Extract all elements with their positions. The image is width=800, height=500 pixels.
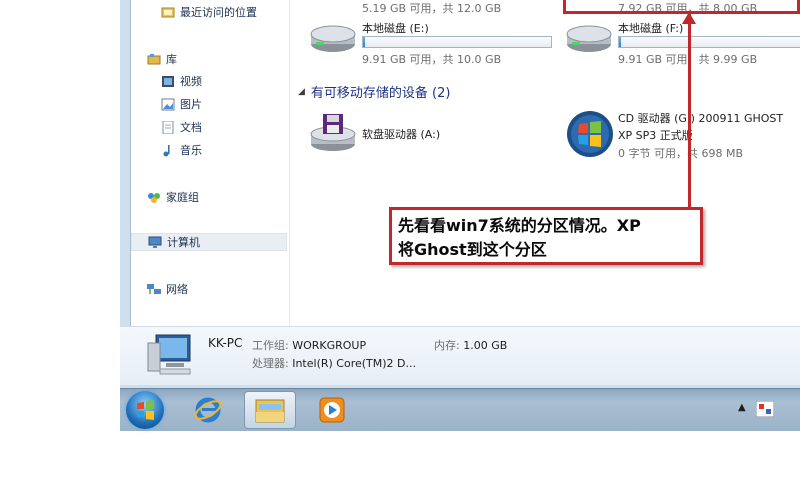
cpu-row: 处理器: Intel(R) Core(TM)2 D... (252, 355, 416, 371)
taskbar-ie-button[interactable] (182, 391, 234, 429)
windows-logo-icon (137, 400, 154, 420)
taskbar: ▲ (120, 388, 800, 431)
taskbar-media-button[interactable] (306, 391, 358, 429)
pc-name: KK-PC (208, 336, 243, 350)
drive-f-name: 本地磁盘 (F:) (618, 22, 684, 35)
show-hidden-icons-icon[interactable]: ▲ (738, 402, 746, 413)
cd-name-line1: CD 驱动器 (G:) 200911 GHOST (618, 112, 784, 125)
hard-drive-icon (566, 24, 612, 54)
annotation-line1: 先看看win7系统的分区情况。XP (398, 216, 641, 235)
nav-documents-label: 文档 (180, 121, 202, 134)
memory-row: 内存: 1.00 GB (434, 337, 507, 353)
recent-places-icon (161, 6, 175, 19)
drive-e-name: 本地磁盘 (E:) (362, 22, 429, 35)
drive-top-left-info: 5.19 GB 可用，共 12.0 GB (362, 2, 502, 15)
nav-library-label: 库 (166, 53, 177, 66)
internet-explorer-icon (194, 397, 222, 423)
nav-music-label: 音乐 (180, 144, 202, 157)
memory-value: 1.00 GB (463, 339, 508, 352)
drive-cd[interactable]: CD 驱动器 (G:) 200911 GHOST XP SP3 正式版 0 字节… (566, 108, 800, 168)
removable-section-header[interactable]: ◢ 有可移动存储的设备 (2) (298, 82, 450, 101)
nav-network[interactable]: 网络 (147, 280, 188, 298)
drive-e-usage-fill (363, 37, 365, 47)
music-icon (161, 144, 175, 157)
network-icon (147, 283, 161, 296)
workgroup-label: 工作组: (252, 339, 289, 352)
pictures-icon (161, 98, 175, 111)
documents-icon (161, 120, 175, 134)
navigation-pane: 最近访问的位置 库 视频 图片 文档 音乐 家庭组 计算机 网络 (131, 0, 290, 326)
drive-e[interactable]: 本地磁盘 (E:) 9.91 GB 可用，共 10.0 GB (310, 20, 560, 70)
drive-f-usage-bar (618, 36, 800, 48)
removable-header-label: 有可移动存储的设备 (2) (310, 86, 451, 101)
annotation-line2: 将Ghost到这个分区 (398, 240, 547, 259)
nav-pictures-label: 图片 (180, 98, 202, 111)
cpu-value: Intel(R) Core(TM)2 D... (292, 357, 417, 370)
content-pane: 5.19 GB 可用，共 12.0 GB 7.92 GB 可用，共 8.00 G… (290, 0, 800, 326)
cd-info: 0 字节 可用，共 698 MB (618, 147, 744, 160)
nav-network-label: 网络 (166, 283, 188, 296)
annotation-callout: 先看看win7系统的分区情况。XP 将Ghost到这个分区 (389, 207, 703, 265)
cpu-label: 处理器: (252, 357, 289, 370)
floppy-name: 软盘驱动器 (A:) (362, 128, 441, 141)
taskbar-explorer-button[interactable] (244, 391, 296, 429)
nav-videos-label: 视频 (180, 75, 202, 88)
folder-icon (255, 399, 285, 423)
nav-music[interactable]: 音乐 (161, 141, 202, 159)
nav-documents[interactable]: 文档 (161, 118, 202, 136)
nav-library[interactable]: 库 (147, 50, 177, 68)
library-icon (147, 53, 161, 66)
media-player-icon (319, 397, 345, 423)
homegroup-icon (147, 191, 161, 204)
nav-recent-places[interactable]: 最近访问的位置 (161, 3, 257, 21)
nav-recent-label: 最近访问的位置 (180, 6, 257, 19)
nav-homegroup-label: 家庭组 (166, 191, 199, 204)
explorer-window: 最近访问的位置 库 视频 图片 文档 音乐 家庭组 计算机 网络 5.19 GB… (130, 0, 800, 326)
details-pane: KK-PC 工作组: WORKGROUP 内存: 1.00 GB 处理器: In… (120, 326, 800, 385)
start-button[interactable] (126, 391, 164, 429)
workgroup-value: WORKGROUP (292, 339, 367, 352)
memory-label: 内存: (434, 339, 460, 352)
drive-f[interactable]: 本地磁盘 (F:) 9.91 GB 可用，共 9.99 GB (566, 20, 800, 70)
workgroup-row: 工作组: WORKGROUP (252, 337, 366, 353)
video-icon (161, 75, 175, 88)
computer-large-icon (146, 333, 194, 380)
annotation-arrow-line (688, 14, 691, 207)
nav-pictures[interactable]: 图片 (161, 95, 202, 113)
language-bar-icon[interactable] (756, 401, 774, 417)
annotation-arrow-head (682, 12, 696, 24)
cd-name-line2: XP SP3 正式版 (618, 129, 693, 142)
system-tray: ▲ (736, 389, 800, 431)
floppy-drive-icon (310, 112, 356, 152)
windows-logo-disc-icon (566, 110, 614, 158)
nav-videos[interactable]: 视频 (161, 72, 202, 90)
nav-homegroup[interactable]: 家庭组 (147, 188, 199, 206)
nav-computer-label: 计算机 (167, 236, 200, 249)
drive-e-usage-bar (362, 36, 552, 48)
drive-e-info: 9.91 GB 可用，共 10.0 GB (362, 53, 502, 66)
drive-floppy[interactable]: 软盘驱动器 (A:) (310, 112, 530, 162)
computer-icon (148, 236, 162, 249)
hard-drive-icon (310, 24, 356, 54)
nav-computer[interactable]: 计算机 (131, 233, 287, 251)
collapse-arrow-icon[interactable]: ◢ (298, 87, 305, 97)
drive-f-usage-fill (619, 37, 621, 47)
